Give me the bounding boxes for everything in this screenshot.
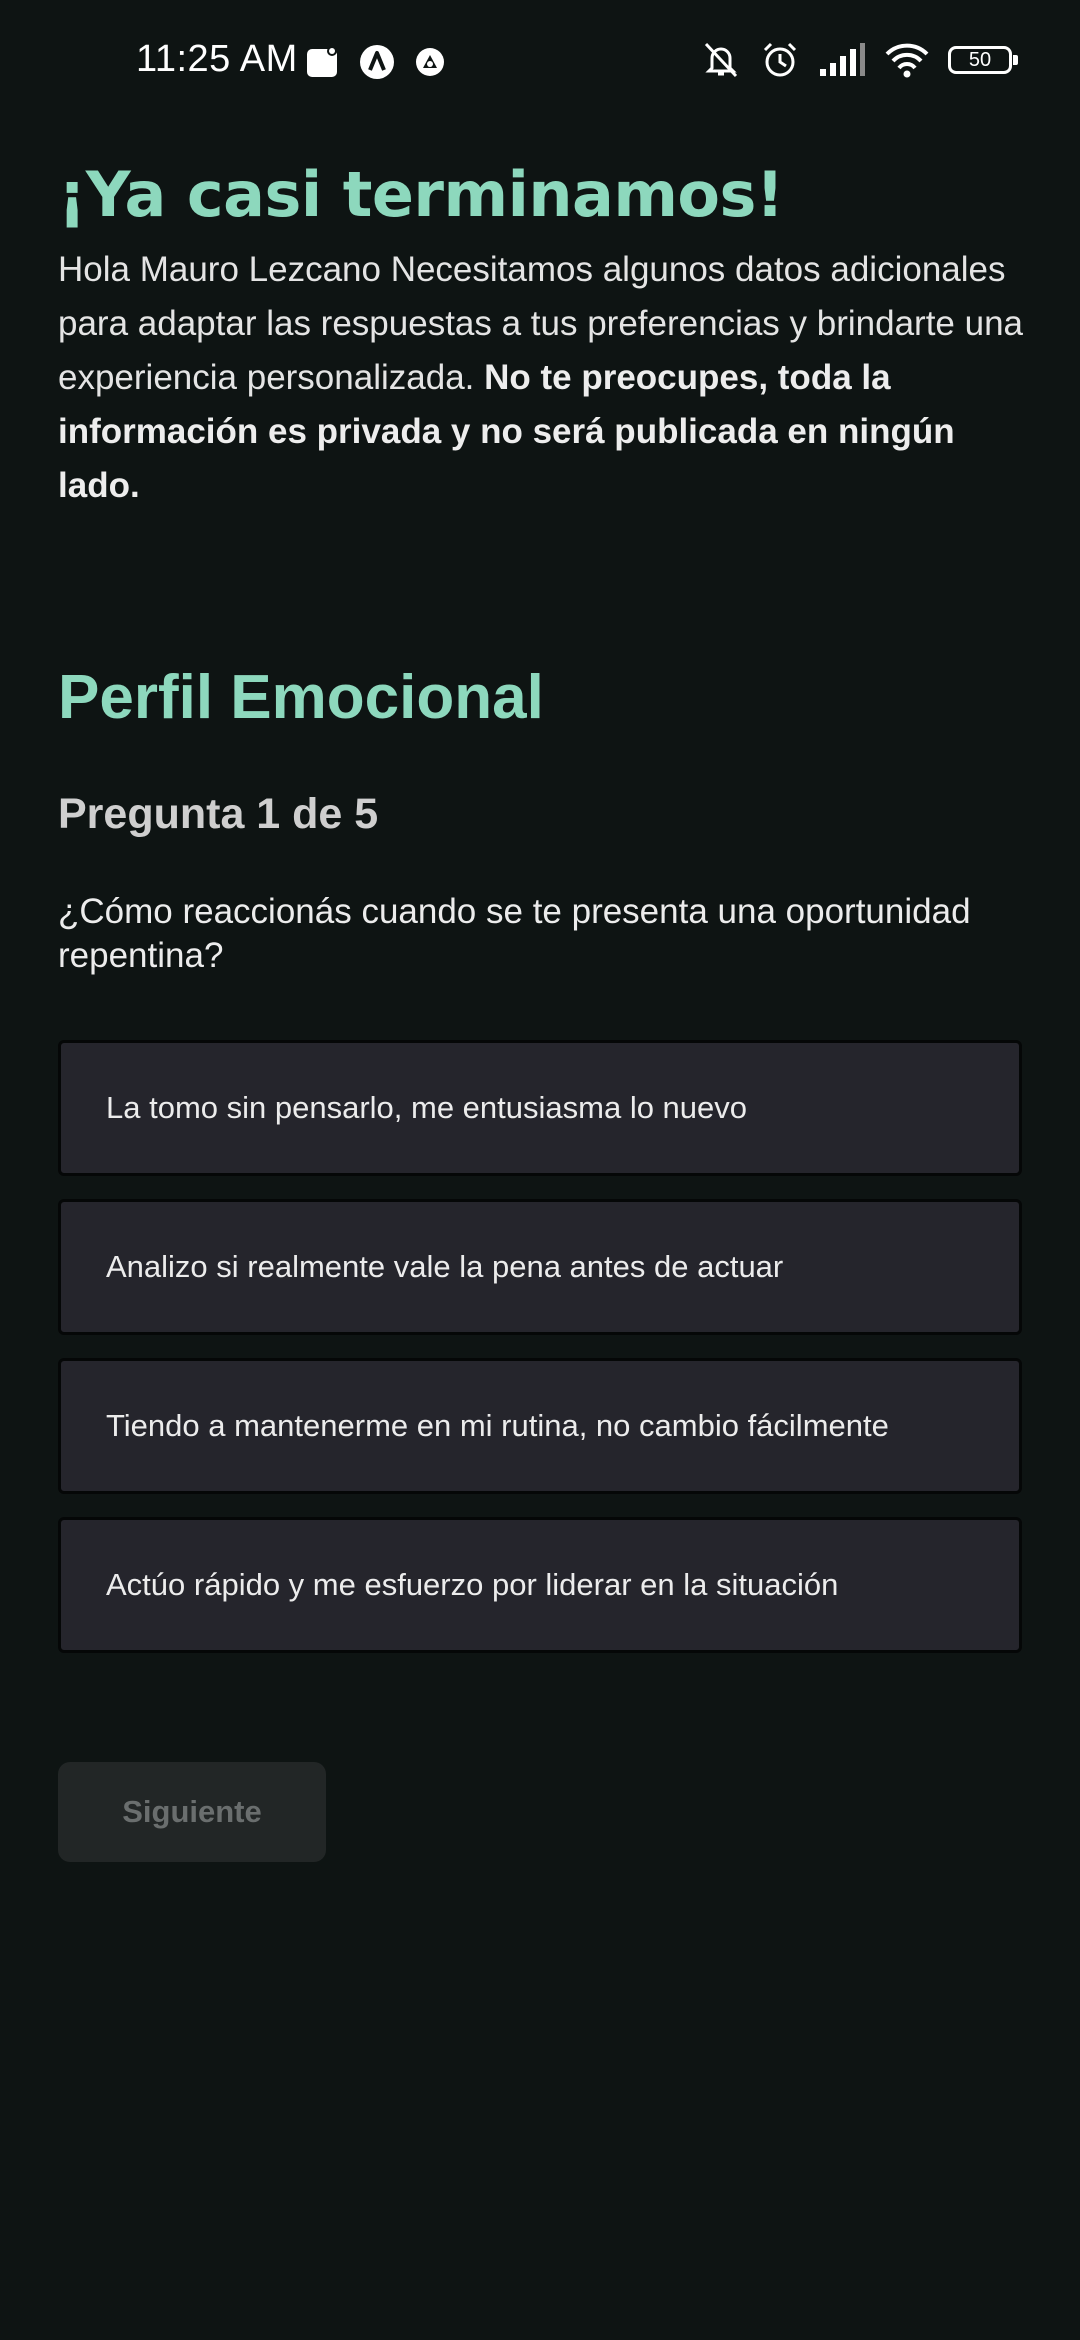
- next-button[interactable]: Siguiente: [58, 1762, 326, 1862]
- answer-options: La tomo sin pensarlo, me entusiasma lo n…: [58, 1040, 1022, 1676]
- status-bar: 11:25 AM 50: [0, 0, 1080, 125]
- answer-option-label: Tiendo a mantenerme en mi rutina, no cam…: [106, 1408, 889, 1443]
- answer-option-label: Analizo si realmente vale la pena antes …: [106, 1249, 784, 1284]
- alarm-icon: [760, 40, 800, 80]
- intro-paragraph: Hola Mauro Lezcano Necesitamos algunos d…: [58, 243, 1024, 513]
- page-title: ¡Ya casi terminamos!: [58, 158, 784, 231]
- answer-option-label: Actúo rápido y me esfuerzo por liderar e…: [106, 1567, 839, 1602]
- notification-square-icon: [305, 45, 339, 79]
- status-right-icons: 50: [700, 40, 1018, 80]
- battery-icon: 50: [948, 46, 1018, 74]
- status-left-icons: [305, 44, 445, 80]
- answer-option-label: La tomo sin pensarlo, me entusiasma lo n…: [106, 1090, 748, 1125]
- intro-section: ¡Ya casi terminamos! Hola Mauro Lezcano …: [58, 155, 1024, 513]
- app-a-icon: [359, 44, 395, 80]
- answer-option[interactable]: La tomo sin pensarlo, me entusiasma lo n…: [58, 1040, 1022, 1176]
- status-time: 11:25 AM: [136, 38, 298, 80]
- battery-level: 50: [968, 48, 992, 71]
- screen: 11:25 AM 50 ¡Ya casi terminamos! Hola Ma…: [0, 0, 1080, 2340]
- signal-icon: [818, 43, 866, 77]
- question-counter: Pregunta 1 de 5: [58, 790, 379, 838]
- mute-icon: [700, 40, 742, 80]
- app-notification-icon: [415, 47, 445, 77]
- answer-option[interactable]: Analizo si realmente vale la pena antes …: [58, 1199, 1022, 1335]
- section-title: Perfil Emocional: [58, 663, 544, 732]
- question-text: ¿Cómo reaccionás cuando se te presenta u…: [58, 892, 971, 975]
- answer-option[interactable]: Actúo rápido y me esfuerzo por liderar e…: [58, 1517, 1022, 1653]
- wifi-icon: [884, 42, 930, 78]
- answer-option[interactable]: Tiendo a mantenerme en mi rutina, no cam…: [58, 1358, 1022, 1494]
